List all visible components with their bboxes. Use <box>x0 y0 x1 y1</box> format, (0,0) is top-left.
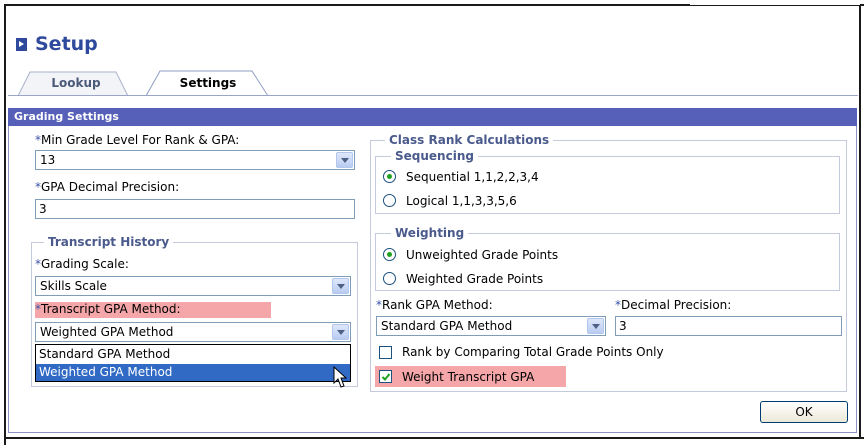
grading-scale-select[interactable]: Skills Scale <box>35 276 351 296</box>
gpa-precision-label-text: GPA Decimal Precision: <box>41 180 180 194</box>
transcript-gpa-label: *Transcript GPA Method: <box>35 302 271 318</box>
weighted-label: Weighted Grade Points <box>406 272 544 286</box>
chevron-down-icon[interactable] <box>332 324 349 340</box>
frame-border-bottom <box>4 437 864 439</box>
rank-gpa-select[interactable]: Standard GPA Method <box>376 316 606 336</box>
tab-lookup-label: Lookup <box>51 76 101 90</box>
chevron-down-icon[interactable] <box>336 152 353 168</box>
frame-border-right <box>859 4 861 439</box>
tab-settings-label: Settings <box>179 76 237 90</box>
weight-transcript-checkbox[interactable] <box>379 370 392 383</box>
tab-lookup[interactable]: Lookup <box>16 70 136 96</box>
grading-scale-label-text: Grading Scale: <box>41 257 129 271</box>
rank-total-points-checkbox[interactable] <box>379 346 392 359</box>
decimal-precision-label: *Decimal Precision: <box>615 298 731 312</box>
radio-logical[interactable] <box>383 194 396 207</box>
rank-total-points-label: Rank by Comparing Total Grade Points Onl… <box>402 345 664 359</box>
page-title-text: Setup <box>35 33 98 55</box>
min-grade-label-text: Min Grade Level For Rank & GPA: <box>41 133 240 147</box>
sequential-label: Sequential 1,1,2,2,3,4 <box>406 170 539 184</box>
transcript-history-legend: Transcript History <box>44 235 174 249</box>
class-rank-legend: Class Rank Calculations <box>385 133 554 147</box>
grading-scale-label: *Grading Scale: <box>35 257 129 271</box>
rank-gpa-label: *Rank GPA Method: <box>376 298 493 312</box>
min-grade-select[interactable]: 13 <box>35 150 355 170</box>
dropdown-option-weighted[interactable]: Weighted GPA Method <box>36 364 350 381</box>
gpa-precision-value: 3 <box>39 202 47 216</box>
unweighted-label: Unweighted Grade Points <box>406 248 559 262</box>
arrow-right-icon <box>16 37 27 51</box>
decimal-precision-value: 3 <box>619 319 627 333</box>
decimal-precision-label-text: Decimal Precision: <box>621 298 732 312</box>
weight-transcript-label: Weight Transcript GPA <box>402 370 535 384</box>
chevron-down-icon[interactable] <box>587 318 604 334</box>
transcript-gpa-dropdown-list: Standard GPA Method Weighted GPA Method <box>35 344 351 382</box>
gpa-precision-label: *GPA Decimal Precision: <box>35 180 179 194</box>
transcript-gpa-label-text: Transcript GPA Method: <box>41 302 181 316</box>
grading-scale-value: Skills Scale <box>40 279 107 293</box>
dropdown-option-standard[interactable]: Standard GPA Method <box>36 346 350 363</box>
logical-label: Logical 1,1,3,3,5,6 <box>406 194 517 208</box>
section-header: Grading Settings <box>8 108 857 126</box>
radio-sequential[interactable] <box>383 170 396 183</box>
checkmark-icon <box>381 373 391 381</box>
radio-unweighted[interactable] <box>383 248 396 261</box>
transcript-gpa-select[interactable]: Weighted GPA Method <box>35 322 351 342</box>
page-title: Setup <box>16 33 98 55</box>
rank-gpa-value: Standard GPA Method <box>381 319 513 333</box>
min-grade-label: *Min Grade Level For Rank & GPA: <box>35 133 239 147</box>
decimal-precision-input[interactable]: 3 <box>615 316 842 336</box>
ok-button[interactable]: OK <box>760 401 848 423</box>
sequencing-legend: Sequencing <box>391 149 478 163</box>
gpa-precision-input[interactable]: 3 <box>35 199 355 219</box>
min-grade-value: 13 <box>40 153 56 167</box>
section-title: Grading Settings <box>14 110 119 123</box>
transcript-gpa-value: Weighted GPA Method <box>40 325 174 339</box>
chevron-down-icon[interactable] <box>332 278 349 294</box>
tab-baseline <box>8 95 858 96</box>
rank-gpa-label-text: Rank GPA Method: <box>382 298 493 312</box>
radio-weighted[interactable] <box>383 272 396 285</box>
mouse-pointer-icon <box>333 366 348 388</box>
tab-settings[interactable]: Settings <box>144 70 272 97</box>
weighting-legend: Weighting <box>391 226 469 240</box>
frame-gap <box>690 4 860 5</box>
